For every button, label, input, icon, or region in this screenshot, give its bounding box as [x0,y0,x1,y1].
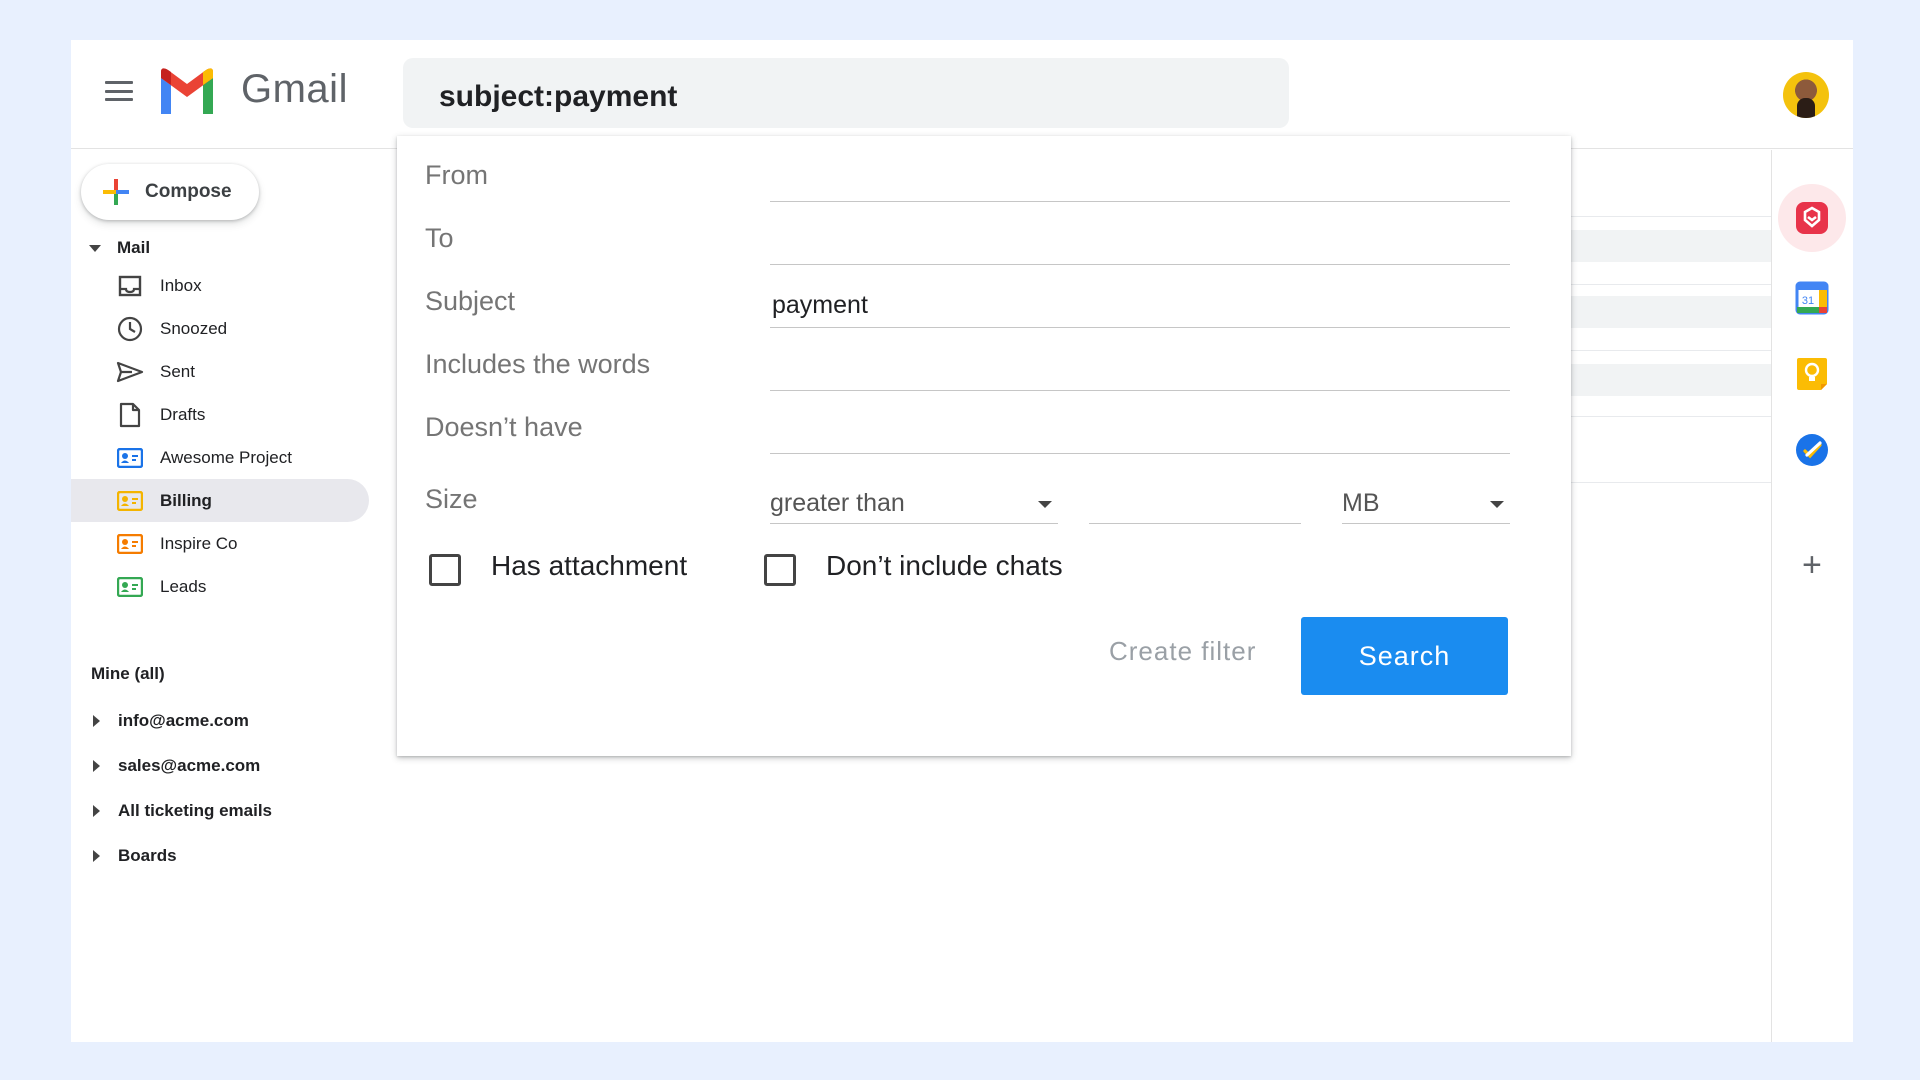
to-row: To [397,215,1571,265]
account-item-label: info@acme.com [118,710,249,730]
to-label: To [425,223,454,253]
has-attachment-label: Has attachment [491,550,688,581]
sidebar-item-label: Awesome Project [160,447,292,467]
chevron-right-icon [93,804,100,817]
size-value-input[interactable] [1089,488,1301,524]
create-filter-button[interactable]: Create filter [1109,636,1281,676]
mail-section: Mail Inbox Snoozed Sent Drafts Awesome P… [71,232,381,608]
sidebar-item-label: Sent [160,361,195,381]
chevron-down-icon [89,244,101,252]
gmail-logo-icon [161,68,213,114]
size-unit-select[interactable]: MB [1342,488,1510,524]
sidebar-item-inbox[interactable]: Inbox [71,264,369,307]
keep-icon [1797,358,1827,390]
mail-section-label: Mail [117,238,151,257]
sidebar-item-drafts[interactable]: Drafts [71,393,369,436]
label-icon [116,444,144,472]
tasks-icon [1796,434,1828,466]
search-bar[interactable]: subject:payment [403,58,1289,128]
advanced-search-panel: From To Subject payment Includes the wor… [397,136,1571,756]
keep-button[interactable] [1790,352,1834,396]
sidebar-item-label: Billing [160,490,212,510]
dropdown-arrow-icon [1038,501,1052,508]
dropdown-arrow-icon [1490,501,1504,508]
doesnt-have-label: Doesn’t have [425,412,583,442]
calendar-button[interactable]: 31 [1790,276,1834,320]
label-icon [116,530,144,558]
no-chats-checkbox[interactable] [764,554,796,586]
list-item-placeholder [1565,364,1797,396]
sidebar: Compose Mail Inbox Snoozed Sent Drafts A… [71,150,381,1042]
addon-button[interactable] [1778,184,1846,252]
subject-label: Subject [425,286,516,316]
search-query[interactable]: subject:payment [439,80,677,114]
includes-words-field[interactable] [770,351,1510,391]
sidebar-item-label: Drafts [160,404,206,424]
main-menu-icon[interactable] [105,81,133,101]
account-item-ticketing[interactable]: All ticketing emails [71,788,272,833]
from-label: From [425,160,488,190]
sidebar-item-sent[interactable]: Sent [71,350,369,393]
size-unit-value: MB [1342,489,1380,517]
account-item-sales[interactable]: sales@acme.com [71,743,272,788]
account-list: info@acme.com sales@acme.com All ticketi… [71,698,272,878]
account-item-boards[interactable]: Boards [71,833,272,878]
compose-plus-icon [101,177,131,207]
size-operator-value: greater than [770,489,905,517]
sidebar-item-label: Leads [160,576,207,596]
includes-row: Includes the words [397,341,1571,391]
chevron-right-icon [93,849,100,862]
compose-label: Compose [145,181,232,202]
from-row: From [397,152,1571,202]
tasks-button[interactable] [1790,428,1834,472]
chevron-right-icon [93,714,100,727]
add-addon-icon[interactable]: + [1802,548,1822,582]
chevron-right-icon [93,759,100,772]
calendar-icon: 31 [1795,281,1829,315]
no-chats-label: Don’t include chats [826,550,1063,581]
addon-icon [1796,202,1828,234]
label-icon [116,573,144,601]
send-icon [116,358,144,386]
svg-text:31: 31 [1802,295,1814,307]
subject-row: Subject payment [397,278,1571,328]
account-item-label: Boards [118,845,177,865]
list-item-placeholder [1565,296,1797,328]
mail-nav-list: Inbox Snoozed Sent Drafts Awesome Projec… [71,264,381,608]
sidebar-item-label: Snoozed [160,318,228,338]
label-icon [116,487,144,515]
sidebar-item-leads[interactable]: Leads [71,565,369,608]
doesnt-have-field[interactable] [770,414,1510,454]
search-button[interactable]: Search [1301,617,1508,695]
sidebar-item-label: Inspire Co [160,533,238,553]
account-item-label: sales@acme.com [118,755,261,775]
to-field[interactable] [770,225,1510,265]
side-panel: 31 + [1771,150,1853,1042]
subject-field[interactable]: payment [770,288,1510,328]
app-name: Gmail [241,67,348,111]
has-attachment-checkbox[interactable] [429,554,461,586]
gmail-window: Gmail subject:payment Compose Mail Inbox [71,40,1853,1042]
inbox-icon [116,272,144,300]
from-field[interactable] [770,162,1510,202]
avatar[interactable] [1783,72,1829,118]
mail-section-toggle[interactable]: Mail [71,232,381,264]
mine-section-label[interactable]: Mine (all) [91,664,165,684]
size-label: Size [425,484,478,514]
draft-icon [116,401,144,429]
list-item-placeholder [1565,230,1797,262]
sidebar-item-label: Inbox [160,275,202,295]
sidebar-item-awesome-project[interactable]: Awesome Project [71,436,369,479]
sidebar-item-inspire-co[interactable]: Inspire Co [71,522,369,565]
includes-words-label: Includes the words [425,349,651,379]
sidebar-item-billing[interactable]: Billing [71,479,369,522]
sidebar-item-snoozed[interactable]: Snoozed [71,307,369,350]
account-item-label: All ticketing emails [118,800,272,820]
top-bar: Gmail subject:payment [71,40,1853,149]
compose-button[interactable]: Compose [81,164,259,220]
size-operator-select[interactable]: greater than [770,488,1058,524]
doesnt-have-row: Doesn’t have [397,404,1571,454]
account-item-info[interactable]: info@acme.com [71,698,272,743]
clock-icon [116,315,144,343]
